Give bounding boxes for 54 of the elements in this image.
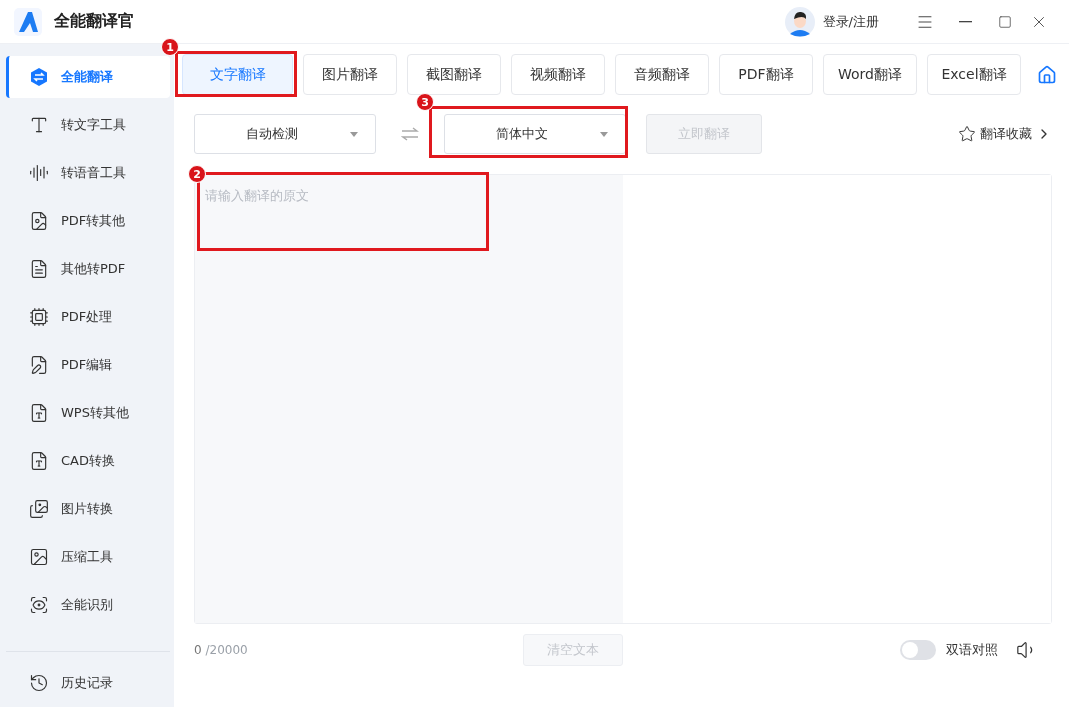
translate-tab[interactable]: 图片翻译 (303, 54, 397, 95)
translate-tab[interactable]: 音频翻译 (615, 54, 709, 95)
tool-icon (29, 211, 49, 231)
star-icon (958, 125, 976, 143)
minimize-icon (958, 20, 972, 23)
translate-tab[interactable]: 截图翻译 (407, 54, 501, 95)
app-title: 全能翻译官 (54, 11, 134, 32)
favorites-button[interactable]: 翻译收藏 (958, 125, 1052, 143)
tool-icon (29, 595, 49, 615)
sidebar-item[interactable]: 转语音工具 (6, 152, 170, 194)
favorites-label: 翻译收藏 (980, 125, 1032, 143)
sidebar-item[interactable]: 图片转换 (6, 488, 170, 530)
tool-icon (29, 307, 49, 327)
step-number: 3 (416, 93, 434, 111)
character-counter: 0 /20000 (194, 643, 249, 657)
translate-tab[interactable]: 视频翻译 (511, 54, 605, 95)
tool-icon (29, 403, 49, 423)
translate-tab[interactable]: Word翻译 (823, 54, 917, 95)
caret-icon (350, 131, 358, 137)
sidebar-item[interactable]: PDF转其他 (6, 200, 170, 242)
bilingual-label: 双语对照 (946, 641, 998, 659)
sidebar-item[interactable]: 转文字工具 (6, 104, 170, 146)
history-icon (29, 673, 49, 693)
sidebar-item[interactable]: 全能识别 (6, 584, 170, 626)
target-language-select[interactable]: 简体中文 (444, 114, 626, 154)
app-logo (14, 7, 42, 36)
tool-icon (29, 163, 49, 183)
tool-icon (29, 355, 49, 375)
caret-icon (600, 131, 608, 137)
tool-icon (29, 259, 49, 279)
home-icon[interactable] (1037, 64, 1057, 85)
tool-icon (29, 451, 49, 471)
sidebar-item[interactable]: PDF编辑 (6, 344, 170, 386)
translate-tab[interactable]: Excel翻译 (927, 54, 1021, 95)
sidebar-item[interactable]: 全能翻译 (6, 56, 170, 98)
user-avatar[interactable] (784, 6, 815, 37)
bilingual-toggle[interactable] (900, 640, 936, 660)
maximize-icon (998, 14, 1012, 29)
tool-icon (29, 115, 49, 135)
swap-icon[interactable] (401, 127, 419, 141)
login-link[interactable]: 登录/注册 (822, 12, 879, 31)
sidebar-item[interactable]: PDF处理 (6, 296, 170, 338)
source-language-select[interactable]: 自动检测 (194, 114, 376, 154)
translate-tab[interactable]: PDF翻译 (719, 54, 813, 95)
tool-icon (29, 547, 49, 567)
step-number: 1 (161, 38, 179, 56)
translate-tab[interactable]: 文字翻译 (182, 54, 293, 95)
history-item[interactable]: 历史记录 (6, 662, 170, 704)
sidebar-item[interactable]: CAD转换 (6, 440, 170, 482)
sidebar-item[interactable]: 压缩工具 (6, 536, 170, 578)
tool-icon (29, 499, 49, 519)
sidebar-item[interactable]: WPS转其他 (6, 392, 170, 434)
sidebar-item[interactable]: 其他转PDF (6, 248, 170, 290)
translate-icon (29, 67, 49, 87)
